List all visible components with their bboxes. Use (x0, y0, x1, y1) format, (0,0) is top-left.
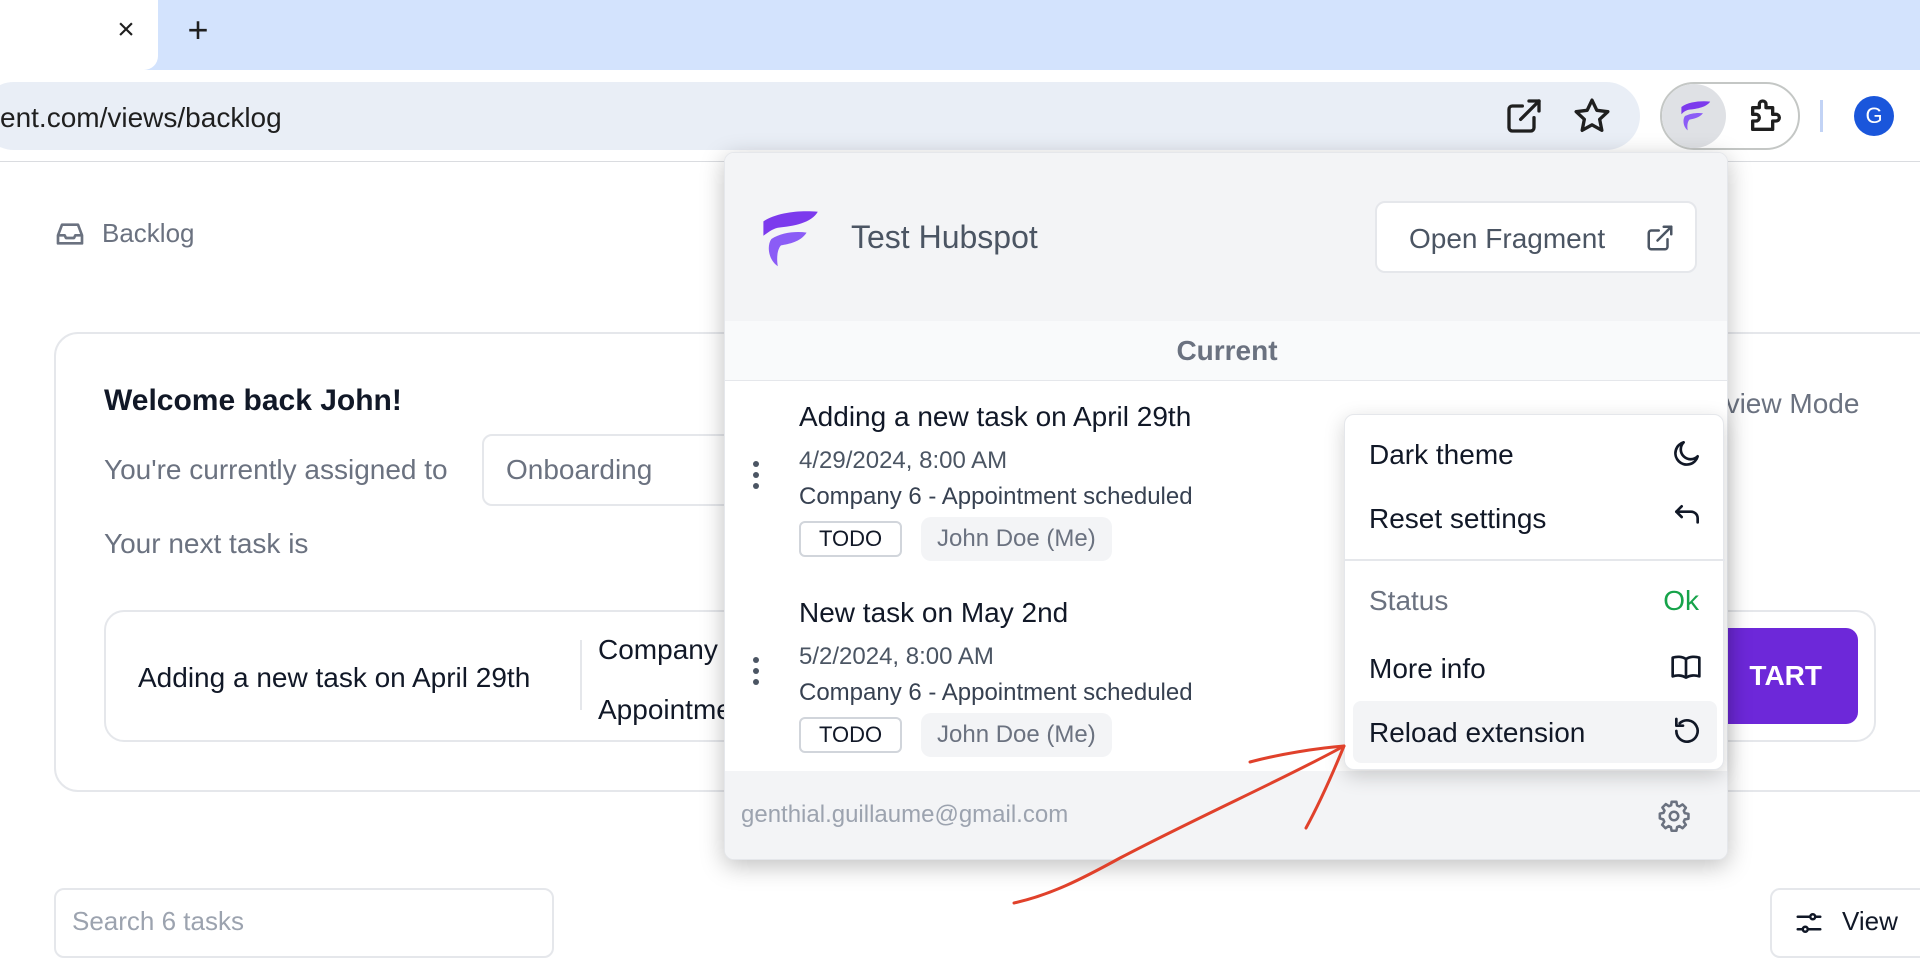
assignee-badge: John Doe (Me) (921, 713, 1112, 757)
close-icon[interactable]: × (112, 12, 140, 48)
user-email: genthial.guillaume@gmail.com (741, 801, 1069, 828)
welcome-title: Welcome back John! (104, 384, 402, 417)
inbox-icon (56, 223, 84, 245)
task-title: New task on May 2nd (799, 597, 1069, 628)
browser-toolbar: ent.com/views/backlog G (0, 70, 1920, 162)
popup-title: Test Hubspot (851, 219, 1038, 255)
dark-theme-label: Dark theme (1369, 439, 1514, 470)
assigned-label: You're currently assigned to (104, 454, 448, 485)
task-company: Company 6 - Appointment scheduled (799, 679, 1193, 706)
next-task-title: Adding a new task on April 29th (138, 662, 531, 693)
puzzle-icon[interactable] (1746, 96, 1786, 136)
section-header: Current (725, 321, 1727, 381)
external-link-icon[interactable] (1504, 96, 1544, 136)
new-tab-button[interactable]: + (180, 10, 216, 50)
next-task-label: Your next task is (104, 528, 309, 559)
review-mode-toggle[interactable]: eview Mode (1710, 388, 1859, 420)
status-label: Status (1369, 585, 1449, 616)
toolbar-divider (1820, 100, 1823, 132)
status-badge: TODO (799, 717, 903, 753)
assignee-badge: John Doe (Me) (921, 517, 1112, 561)
moon-icon (1674, 441, 1699, 466)
task-date: 4/29/2024, 8:00 AM (799, 447, 1008, 474)
tab-strip: × + (0, 0, 1920, 70)
dark-theme-item[interactable]: Dark theme (1353, 423, 1717, 485)
active-tab[interactable]: × (0, 0, 158, 70)
section-title: Current (1176, 335, 1278, 366)
task-date: 5/2/2024, 8:00 AM (799, 643, 994, 670)
book-icon (1671, 655, 1701, 679)
fragment-extension-button[interactable] (1662, 84, 1726, 148)
next-task-divider (580, 640, 582, 710)
sliders-icon (1796, 913, 1822, 933)
next-task-company: Company (598, 634, 718, 665)
reload-extension-label: Reload extension (1369, 717, 1586, 748)
address-bar[interactable]: ent.com/views/backlog (0, 82, 1640, 150)
fragment-logo-icon (763, 211, 818, 267)
profile-avatar[interactable]: G (1854, 96, 1894, 136)
kebab-icon[interactable] (751, 657, 761, 695)
reset-settings-item[interactable]: Reset settings (1353, 487, 1717, 549)
status-badge: TODO (799, 521, 903, 557)
url-text[interactable]: ent.com/views/backlog (0, 102, 282, 134)
external-link-icon (1647, 225, 1673, 251)
more-info-label: More info (1369, 653, 1486, 684)
menu-divider (1345, 559, 1725, 561)
status-value: Ok (1663, 585, 1699, 616)
gear-icon[interactable] (1657, 799, 1691, 833)
popup-footer: genthial.guillaume@gmail.com (725, 771, 1727, 859)
task-title: Adding a new task on April 29th (799, 401, 1192, 432)
reset-settings-label: Reset settings (1369, 503, 1547, 534)
task-company: Company 6 - Appointment scheduled (799, 483, 1193, 510)
open-fragment-label: Open Fragment (1409, 223, 1606, 254)
settings-menu: Dark theme Reset settings Status Ok More… (1344, 414, 1725, 770)
next-task-stage: Appointme (598, 694, 732, 725)
kebab-icon[interactable] (751, 461, 761, 499)
more-info-item[interactable]: More info (1353, 637, 1717, 699)
fragment-logo-icon (1681, 101, 1711, 131)
open-fragment-button[interactable]: Open Fragment (1375, 201, 1697, 273)
assignment-select-value[interactable]: Onboarding (506, 454, 652, 486)
reload-icon (1675, 717, 1699, 743)
breadcrumb[interactable]: Backlog (102, 218, 195, 249)
star-icon[interactable] (1572, 96, 1612, 136)
search-placeholder[interactable]: Search 6 tasks (72, 906, 244, 937)
popup-header: Test Hubspot Open Fragment (725, 153, 1727, 321)
view-button-label[interactable]: View (1842, 906, 1898, 937)
undo-icon (1675, 505, 1699, 524)
reload-extension-item[interactable]: Reload extension (1353, 701, 1717, 763)
